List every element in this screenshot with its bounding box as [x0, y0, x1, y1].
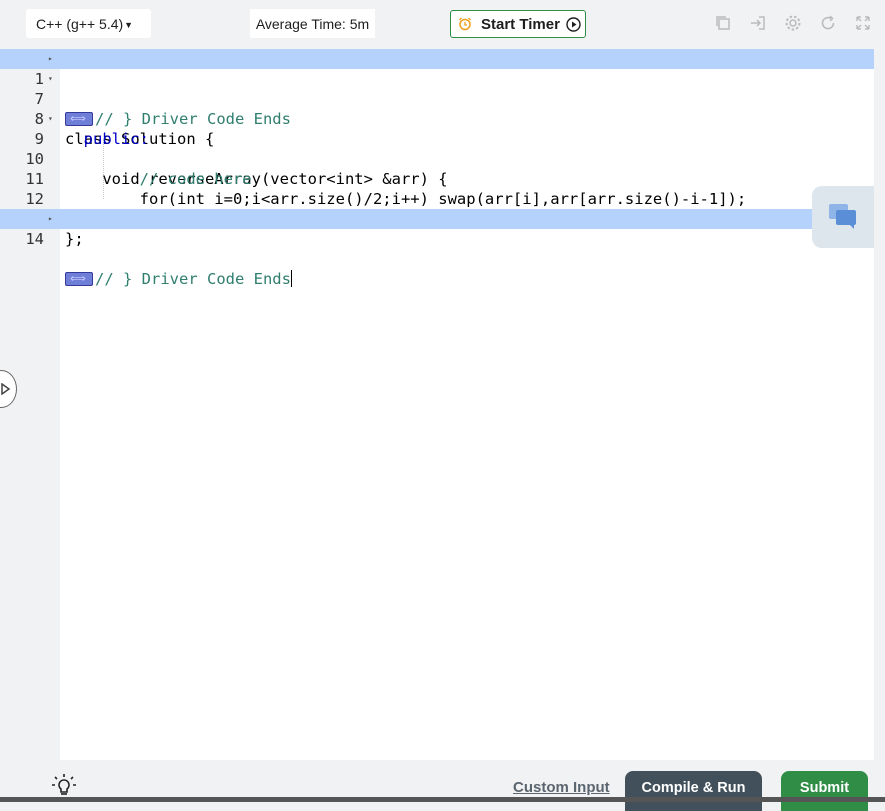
- alarm-clock-icon: [459, 17, 471, 31]
- code-line-1[interactable]: 1 ▸ // } Driver Code Ends: [0, 49, 874, 129]
- code-line-11[interactable]: 11 for(int i=0;i<arr.size()/2;i++) swap(…: [0, 149, 874, 208]
- editor-toolbar: C++ (g++ 5.4) ▼ Average Time: 5m Start Ti…: [0, 0, 885, 49]
- import-icon[interactable]: [749, 14, 767, 32]
- code-line-7[interactable]: 7 ▾ class Solution {: [0, 69, 874, 148]
- play-right-icon: [1, 383, 11, 395]
- gear-icon[interactable]: [784, 14, 802, 32]
- fold-down-icon[interactable]: ▾: [48, 109, 53, 129]
- chevron-down-icon: ▼: [124, 19, 134, 30]
- chat-button[interactable]: [812, 186, 882, 248]
- editor-footer: Custom Input Compile & Run Submit: [0, 760, 885, 811]
- code-line-13[interactable]: 13 };: [0, 189, 874, 248]
- fold-right-icon[interactable]: ▸: [48, 209, 53, 229]
- reset-icon[interactable]: [819, 14, 837, 32]
- code-editor[interactable]: 1 ▸ // } Driver Code Ends 7 ▾ class Solu…: [0, 49, 874, 760]
- chat-bubbles-icon: [829, 204, 856, 229]
- folded-code-marker-icon[interactable]: [65, 269, 93, 289]
- lightbulb-icon[interactable]: [51, 773, 77, 799]
- vertical-scrollbar[interactable]: [874, 49, 885, 802]
- average-time-label: Average Time: 5m: [250, 9, 375, 38]
- window-bottom-edge: [0, 797, 885, 802]
- code-text: // } Driver Code Ends: [95, 270, 291, 288]
- text-cursor: [290, 270, 292, 287]
- code-line-8[interactable]: 8 public:: [0, 89, 874, 148]
- code-line-14[interactable]: 14 ▸ // } Driver Code Ends: [0, 209, 874, 289]
- line-number: 14: [25, 230, 44, 248]
- compile-run-button[interactable]: Compile & Run: [625, 771, 762, 811]
- code-line-9[interactable]: 9 ▾ void reverseArray(vector<int> &arr) …: [0, 109, 874, 188]
- language-select[interactable]: C++ (g++ 5.4) ▼: [26, 9, 151, 38]
- copy-icon[interactable]: [714, 14, 732, 32]
- code-line-12[interactable]: 12 }: [0, 169, 874, 228]
- fullscreen-icon[interactable]: [854, 14, 872, 32]
- start-timer-label: Start Timer: [481, 15, 560, 33]
- language-select-value: C++ (g++ 5.4): [36, 15, 124, 32]
- submit-button[interactable]: Submit: [781, 771, 868, 811]
- fold-down-icon[interactable]: ▾: [48, 69, 53, 89]
- code-text: };: [65, 230, 84, 248]
- custom-input-link[interactable]: Custom Input: [513, 779, 610, 796]
- code-line-10[interactable]: 10 // code here: [0, 129, 874, 188]
- fold-right-icon[interactable]: ▸: [48, 49, 53, 69]
- play-circle-icon: [566, 16, 581, 32]
- start-timer-button[interactable]: Start Timer: [450, 10, 586, 38]
